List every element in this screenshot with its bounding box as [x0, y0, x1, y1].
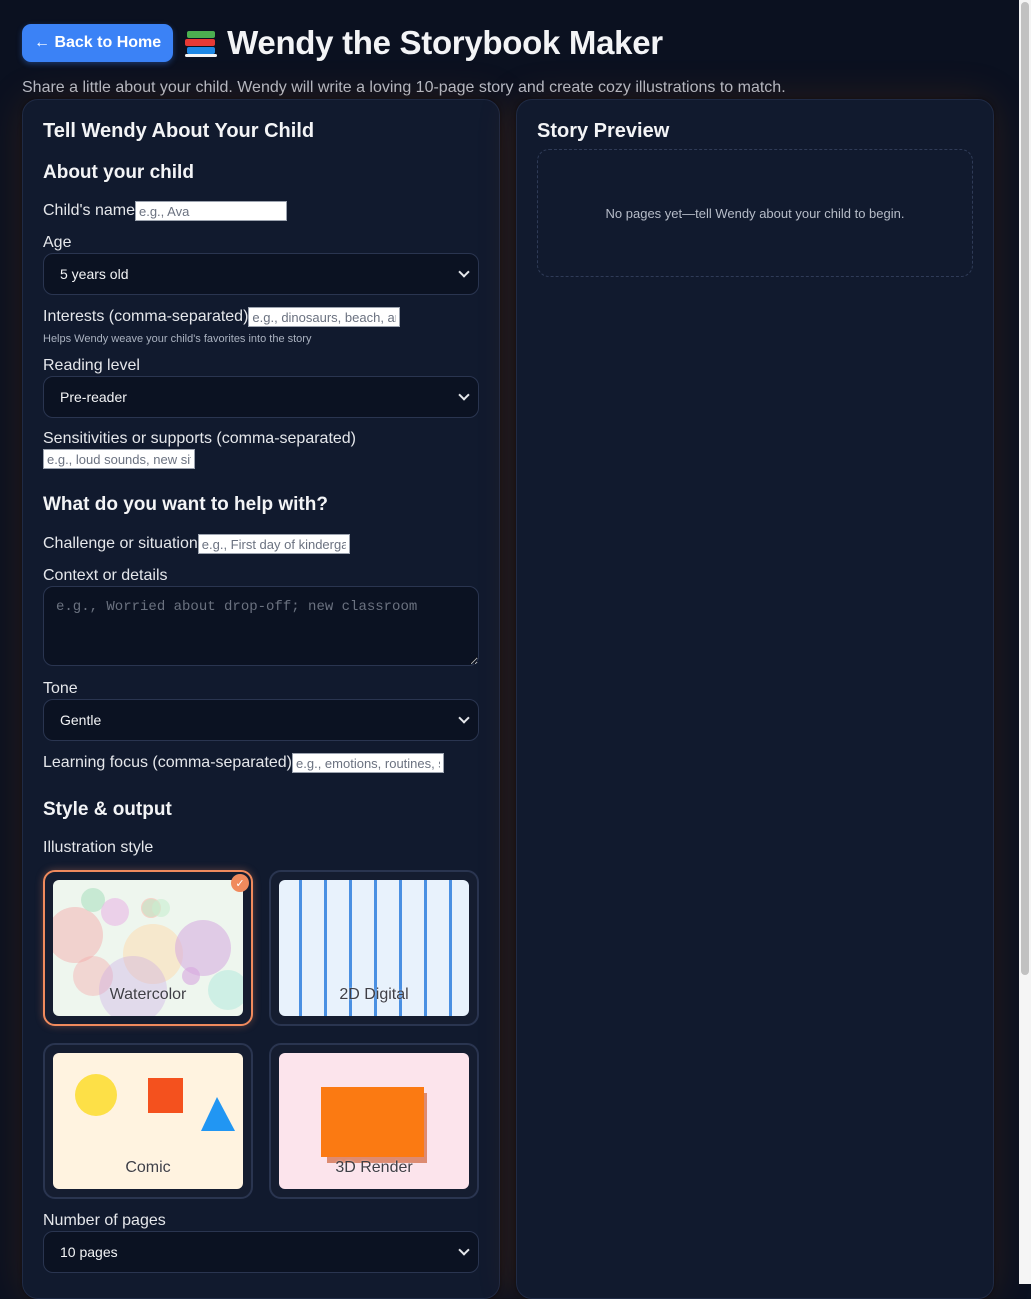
style-label-3d-render: 3D Render [335, 1159, 413, 1176]
challenge-label: Challenge or situation [43, 535, 198, 552]
books-icon [185, 28, 219, 58]
tone-label: Tone [43, 680, 78, 697]
chevron-down-icon [458, 266, 470, 278]
name-row: Child's name [43, 201, 287, 221]
check-icon: ✓ [231, 874, 249, 892]
header: ← Back to Home Wendy the Storybook Maker [22, 24, 663, 62]
name-label: Child's name [43, 202, 135, 219]
illustration-style-label: Illustration style [43, 839, 154, 856]
style-card-watercolor[interactable]: Watercolor ✓ [43, 870, 253, 1026]
reading-level-label: Reading level [43, 357, 140, 374]
help-heading: What do you want to help with? [43, 494, 328, 515]
reading-level-value: Pre-reader [60, 389, 127, 405]
3d-render-thumbnail: 3D Render [279, 1053, 469, 1189]
pages-value: 10 pages [60, 1244, 118, 1260]
2d-digital-thumbnail: 2D Digital [279, 880, 469, 1016]
interests-label: Interests (comma-separated) [43, 308, 249, 325]
age-select[interactable]: 5 years old [43, 253, 479, 295]
interests-row: Interests (comma-separated) [43, 307, 401, 327]
learning-row: Learning focus (comma-separated) [43, 753, 445, 773]
preview-empty-text: No pages yet—tell Wendy about your child… [605, 205, 905, 221]
style-card-comic[interactable]: Comic [43, 1043, 253, 1199]
challenge-row: Challenge or situation [43, 534, 350, 554]
form-panel-title: Tell Wendy About Your Child [43, 120, 315, 142]
age-label: Age [43, 234, 72, 251]
child-name-input[interactable] [134, 201, 287, 221]
page-scrollbar[interactable] [1019, 0, 1031, 1284]
style-card-3d-render[interactable]: 3D Render [269, 1043, 479, 1199]
chevron-down-icon [458, 389, 470, 401]
style-output-heading: Style & output [43, 799, 172, 820]
pages-label: Number of pages [43, 1212, 166, 1229]
learning-focus-input[interactable] [292, 753, 445, 773]
pages-select[interactable]: 10 pages [43, 1231, 479, 1273]
tone-select[interactable]: Gentle [43, 699, 479, 741]
page-title: Wendy the Storybook Maker [227, 24, 663, 61]
comic-thumbnail: Comic [53, 1053, 243, 1189]
story-preview-panel: Story Preview No pages yet—tell Wendy ab… [516, 99, 994, 1299]
context-label: Context or details [43, 567, 168, 584]
learning-focus-label: Learning focus (comma-separated) [43, 754, 293, 771]
title-wrap: Wendy the Storybook Maker [185, 24, 663, 62]
context-textarea[interactable] [43, 586, 479, 666]
sensitivities-input[interactable] [43, 449, 195, 469]
style-card-2d-digital[interactable]: 2D Digital [269, 870, 479, 1026]
tone-value: Gentle [60, 712, 102, 728]
preview-empty-state: No pages yet—tell Wendy about your child… [537, 149, 973, 277]
style-label-2d-digital: 2D Digital [339, 986, 409, 1003]
watercolor-thumbnail: Watercolor [53, 880, 243, 1016]
page-subtitle: Share a little about your child. Wendy w… [22, 79, 786, 96]
interests-hint: Helps Wendy weave your child's favorites… [43, 333, 312, 345]
interests-input[interactable] [248, 307, 401, 327]
preview-title: Story Preview [537, 120, 670, 142]
style-label-watercolor: Watercolor [109, 986, 187, 1003]
chevron-down-icon [458, 1244, 470, 1256]
back-to-home-button[interactable]: ← Back to Home [22, 24, 174, 62]
about-child-heading: About your child [43, 162, 194, 183]
age-value: 5 years old [60, 266, 129, 282]
child-info-panel: Tell Wendy About Your Child About your c… [22, 99, 500, 1299]
challenge-input[interactable] [197, 534, 350, 554]
scrollbar-thumb[interactable] [1021, 2, 1029, 975]
style-label-comic: Comic [125, 1159, 171, 1176]
chevron-down-icon [458, 712, 470, 724]
sensitivities-label: Sensitivities or supports (comma-separat… [43, 430, 357, 447]
reading-level-select[interactable]: Pre-reader [43, 376, 479, 418]
